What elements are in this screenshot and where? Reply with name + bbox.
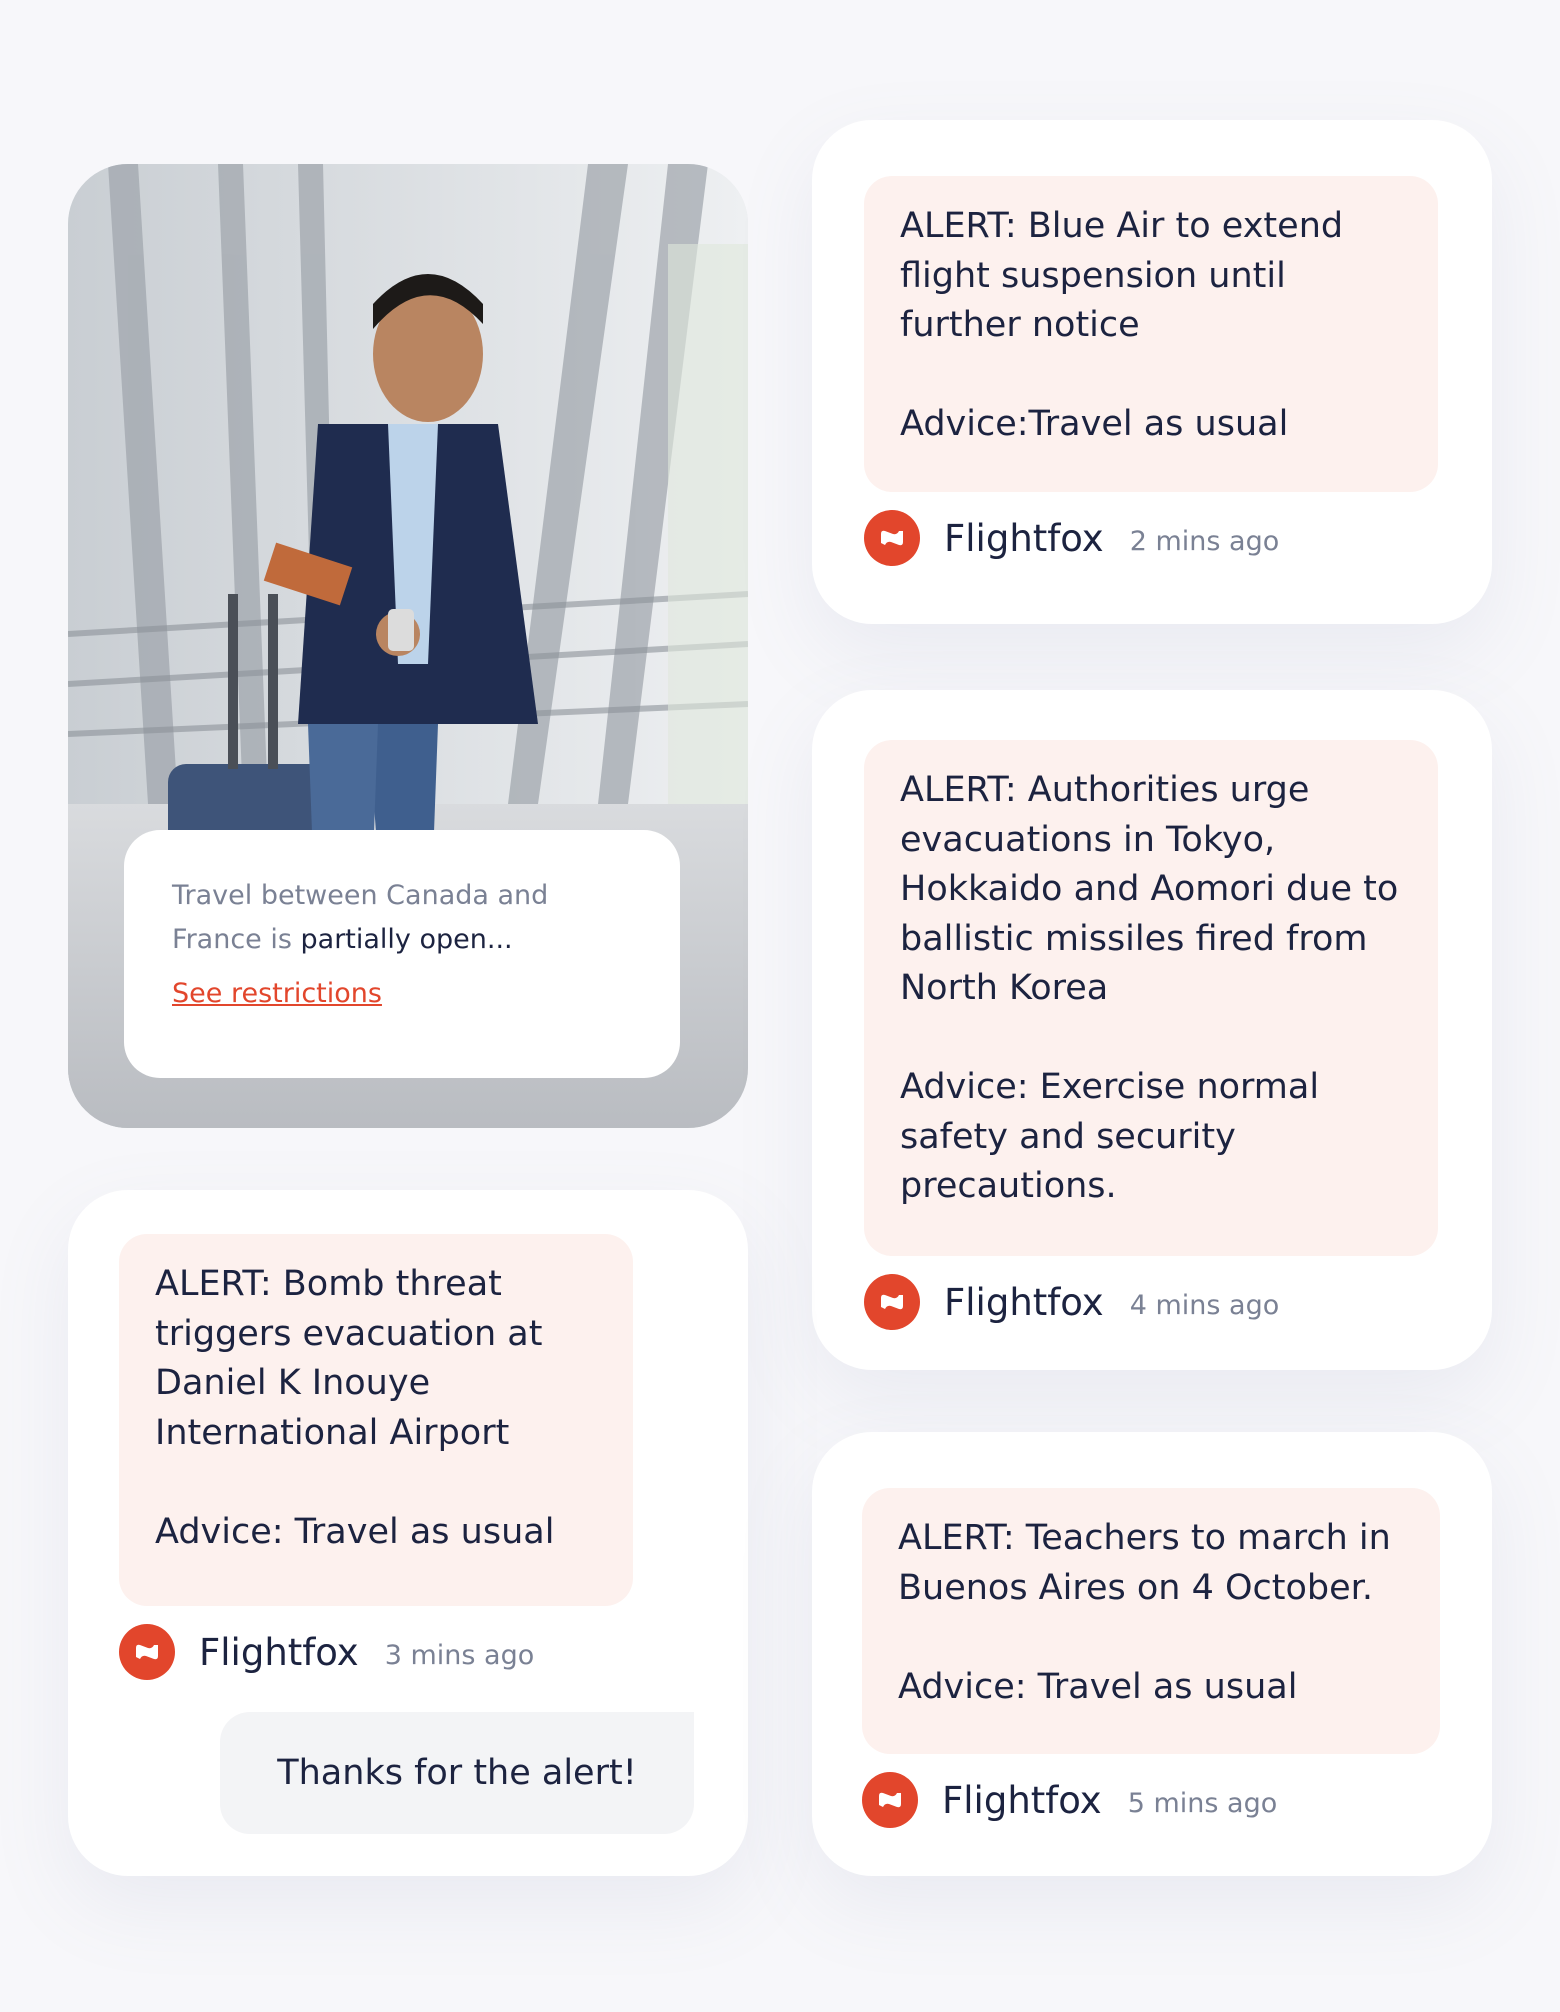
user-reply-message: Thanks for the alert!	[220, 1712, 694, 1834]
alert-card-tokyo: ALERT: Authorities urge evacuations in T…	[812, 690, 1492, 1370]
alert-sender-row: Flightfox 5 mins ago	[862, 1772, 1278, 1828]
message-timestamp: 4 mins ago	[1129, 1289, 1280, 1321]
destination-photo-card: Travel between Canada and France is part…	[68, 164, 748, 1128]
alert-sender-row: Flightfox 4 mins ago	[864, 1274, 1280, 1330]
alert-message: ALERT: Bomb threat triggers evacuation a…	[119, 1234, 633, 1606]
message-timestamp: 3 mins ago	[384, 1639, 535, 1671]
flightfox-logo-icon	[119, 1624, 175, 1680]
flightfox-logo-icon	[864, 510, 920, 566]
sender-name: Flightfox	[944, 516, 1104, 560]
flightfox-logo-icon	[864, 1274, 920, 1330]
alert-sender-row: Flightfox 2 mins ago	[864, 510, 1280, 566]
restriction-summary: Travel between Canada and France is part…	[172, 880, 549, 955]
message-timestamp: 2 mins ago	[1129, 525, 1280, 557]
alert-message: ALERT: Teachers to march in Buenos Aires…	[862, 1488, 1440, 1754]
travel-restriction-box: Travel between Canada and France is part…	[124, 830, 680, 1078]
message-timestamp: 5 mins ago	[1127, 1787, 1278, 1819]
sender-name: Flightfox	[944, 1280, 1104, 1324]
alert-message: ALERT: Blue Air to extend flight suspens…	[864, 176, 1438, 492]
see-restrictions-link[interactable]: See restrictions	[172, 978, 382, 1009]
sender-name: Flightfox	[199, 1630, 359, 1674]
alert-message: ALERT: Authorities urge evacuations in T…	[864, 740, 1438, 1256]
sender-name: Flightfox	[942, 1778, 1102, 1822]
flightfox-logo-icon	[862, 1772, 918, 1828]
alert-sender-row: Flightfox 3 mins ago	[119, 1624, 535, 1680]
